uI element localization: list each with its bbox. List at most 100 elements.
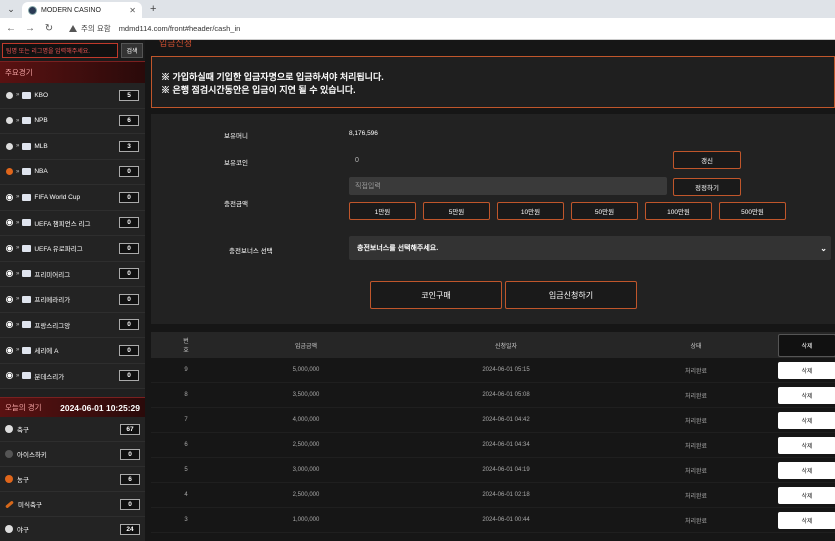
money-value: 8,176,596 bbox=[349, 130, 378, 137]
league-item[interactable]: » 프리메라리가 0 bbox=[0, 287, 145, 313]
favicon-icon bbox=[28, 5, 37, 15]
row-amount: 5,000,000 bbox=[292, 367, 320, 373]
row-amount: 2,500,000 bbox=[292, 442, 320, 448]
browser-tab[interactable]: MODERN CASINO ✕ bbox=[22, 2, 142, 18]
league-flag-icon bbox=[22, 244, 32, 252]
table-row: 4 2,500,000 2024-06-01 02:18 처리완료 삭제 bbox=[151, 483, 835, 508]
league-item[interactable]: » KBO 5 bbox=[0, 83, 145, 109]
league-name: 분데스리가 bbox=[34, 373, 65, 381]
hockey-puck-icon bbox=[5, 450, 13, 458]
row-no: 9 bbox=[184, 367, 188, 373]
refresh-button[interactable]: 갱신 bbox=[673, 151, 741, 169]
row-delete-button[interactable]: 삭제 bbox=[778, 461, 835, 479]
bonus-select-value: 충전보너스를 선택해주세요. bbox=[357, 245, 439, 252]
sport-item[interactable]: 농구 6 bbox=[0, 467, 145, 492]
row-amount: 3,500,000 bbox=[292, 392, 320, 398]
basketball-icon bbox=[5, 475, 13, 483]
today-clock: 2024-06-01 10:25:29 bbox=[60, 402, 140, 413]
sport-count: 0 bbox=[120, 448, 140, 460]
header-amount: 입금금액 bbox=[294, 343, 318, 350]
row-status: 처리완료 bbox=[684, 493, 708, 500]
amount-button-2[interactable]: 5만원 bbox=[423, 202, 490, 220]
double-chevron-icon: » bbox=[16, 270, 20, 277]
league-item[interactable]: » UEFA 챔피언스 리그 0 bbox=[0, 210, 145, 236]
sport-item[interactable]: 아이스하키 0 bbox=[0, 442, 145, 467]
league-flag-icon bbox=[22, 295, 32, 303]
league-flag-icon bbox=[22, 346, 32, 354]
close-tab-icon[interactable]: ✕ bbox=[129, 6, 136, 15]
bonus-label: 충전보너스 선택 bbox=[229, 248, 273, 255]
row-status: 처리완료 bbox=[684, 418, 708, 425]
amount-button-1[interactable]: 1만원 bbox=[349, 202, 416, 220]
league-item[interactable]: » MLB 3 bbox=[0, 134, 145, 160]
amount-button-5[interactable]: 100만원 bbox=[645, 202, 712, 220]
row-amount: 4,000,000 bbox=[292, 417, 320, 423]
deposit-form: 보유머니 8,176,596 보유코인 0 갱신 충전금액 직접입력 정정하기 … bbox=[151, 114, 835, 324]
double-chevron-icon: » bbox=[16, 117, 20, 124]
url-text[interactable]: mdmd114.com/front#header/cash_in bbox=[119, 24, 241, 33]
row-date: 2024-06-01 04:42 bbox=[482, 417, 530, 423]
sport-count: 24 bbox=[120, 523, 140, 535]
search-input[interactable]: 팀명 또는 리그명을 입력해주세요. bbox=[2, 43, 118, 58]
money-label: 보유머니 bbox=[224, 133, 248, 140]
league-item[interactable]: » 프랑스리그앙 0 bbox=[0, 312, 145, 338]
header-date: 신청일자 bbox=[494, 343, 518, 350]
league-item[interactable]: » 세리에 A 0 bbox=[0, 338, 145, 364]
sport-item[interactable]: 축구 67 bbox=[0, 417, 145, 442]
double-chevron-icon: » bbox=[16, 296, 20, 303]
league-name: 프랑스리그앙 bbox=[34, 322, 71, 330]
league-item[interactable]: » 프리미어리그 0 bbox=[0, 261, 145, 287]
apply-deposit-button[interactable]: 입금신청하기 bbox=[505, 281, 637, 309]
reset-button[interactable]: 정정하기 bbox=[673, 178, 741, 196]
league-flag-icon bbox=[22, 168, 32, 176]
delete-all-button[interactable]: 삭제 bbox=[778, 333, 835, 357]
amount-button-6[interactable]: 500만원 bbox=[719, 202, 786, 220]
back-icon[interactable]: ← bbox=[6, 23, 16, 34]
sport-name: 축구 bbox=[17, 427, 29, 434]
row-delete-button[interactable]: 삭제 bbox=[778, 486, 835, 504]
row-delete-button[interactable]: 삭제 bbox=[778, 386, 835, 404]
double-chevron-icon: » bbox=[16, 143, 20, 150]
row-delete-button[interactable]: 삭제 bbox=[778, 511, 835, 529]
sport-count: 0 bbox=[120, 498, 140, 510]
tab-list-chevron-icon[interactable]: ⌄ bbox=[4, 4, 18, 15]
row-delete-button[interactable]: 삭제 bbox=[778, 411, 835, 429]
double-chevron-icon: » bbox=[16, 92, 20, 99]
amount-button-3[interactable]: 10만원 bbox=[497, 202, 564, 220]
league-item[interactable]: » NBA 0 bbox=[0, 159, 145, 185]
row-delete-button[interactable]: 삭제 bbox=[778, 361, 835, 379]
league-count: 0 bbox=[119, 242, 139, 254]
football-icon bbox=[5, 499, 14, 509]
baseball-icon bbox=[6, 117, 13, 125]
direct-amount-input[interactable]: 직접입력 bbox=[349, 177, 667, 195]
amount-button-4[interactable]: 50만원 bbox=[571, 202, 638, 220]
sport-name: 농구 bbox=[17, 477, 29, 484]
search-button[interactable]: 검색 bbox=[121, 43, 143, 58]
buy-coin-button[interactable]: 코인구매 bbox=[370, 281, 502, 309]
league-count: 0 bbox=[119, 293, 139, 305]
league-item[interactable]: » UEFA 유로파리그 0 bbox=[0, 236, 145, 262]
league-name: 세리에 A bbox=[34, 348, 59, 356]
sport-item[interactable]: 야구 24 bbox=[0, 517, 145, 541]
row-no: 3 bbox=[184, 517, 188, 523]
coin-field: 0 bbox=[355, 156, 359, 164]
header-no: 번호 bbox=[183, 339, 189, 354]
baseball-icon bbox=[6, 91, 13, 99]
soccer-icon bbox=[6, 295, 13, 303]
basketball-icon bbox=[6, 168, 13, 176]
table-row: 9 5,000,000 2024-06-01 05:15 처리완료 삭제 bbox=[151, 358, 835, 383]
omnibox[interactable]: 주의 요함 mdmd114.com/front#header/cash_in bbox=[69, 23, 240, 34]
league-item[interactable]: » 분데스리가 0 bbox=[0, 363, 145, 389]
bonus-select[interactable]: 충전보너스를 선택해주세요. ⌄ bbox=[349, 236, 831, 260]
double-chevron-icon: » bbox=[16, 245, 20, 252]
forward-icon[interactable]: → bbox=[25, 23, 35, 34]
row-delete-button[interactable]: 삭제 bbox=[778, 436, 835, 454]
league-item[interactable]: » NPB 6 bbox=[0, 108, 145, 134]
sport-item[interactable]: 미식축구 0 bbox=[0, 492, 145, 517]
league-item[interactable]: » FIFA World Cup 0 bbox=[0, 185, 145, 211]
soccer-icon bbox=[5, 425, 13, 433]
reload-icon[interactable]: ↻ bbox=[44, 23, 54, 34]
row-status: 처리완료 bbox=[684, 443, 708, 450]
new-tab-icon[interactable]: + bbox=[150, 3, 156, 15]
sport-count: 6 bbox=[120, 473, 140, 485]
